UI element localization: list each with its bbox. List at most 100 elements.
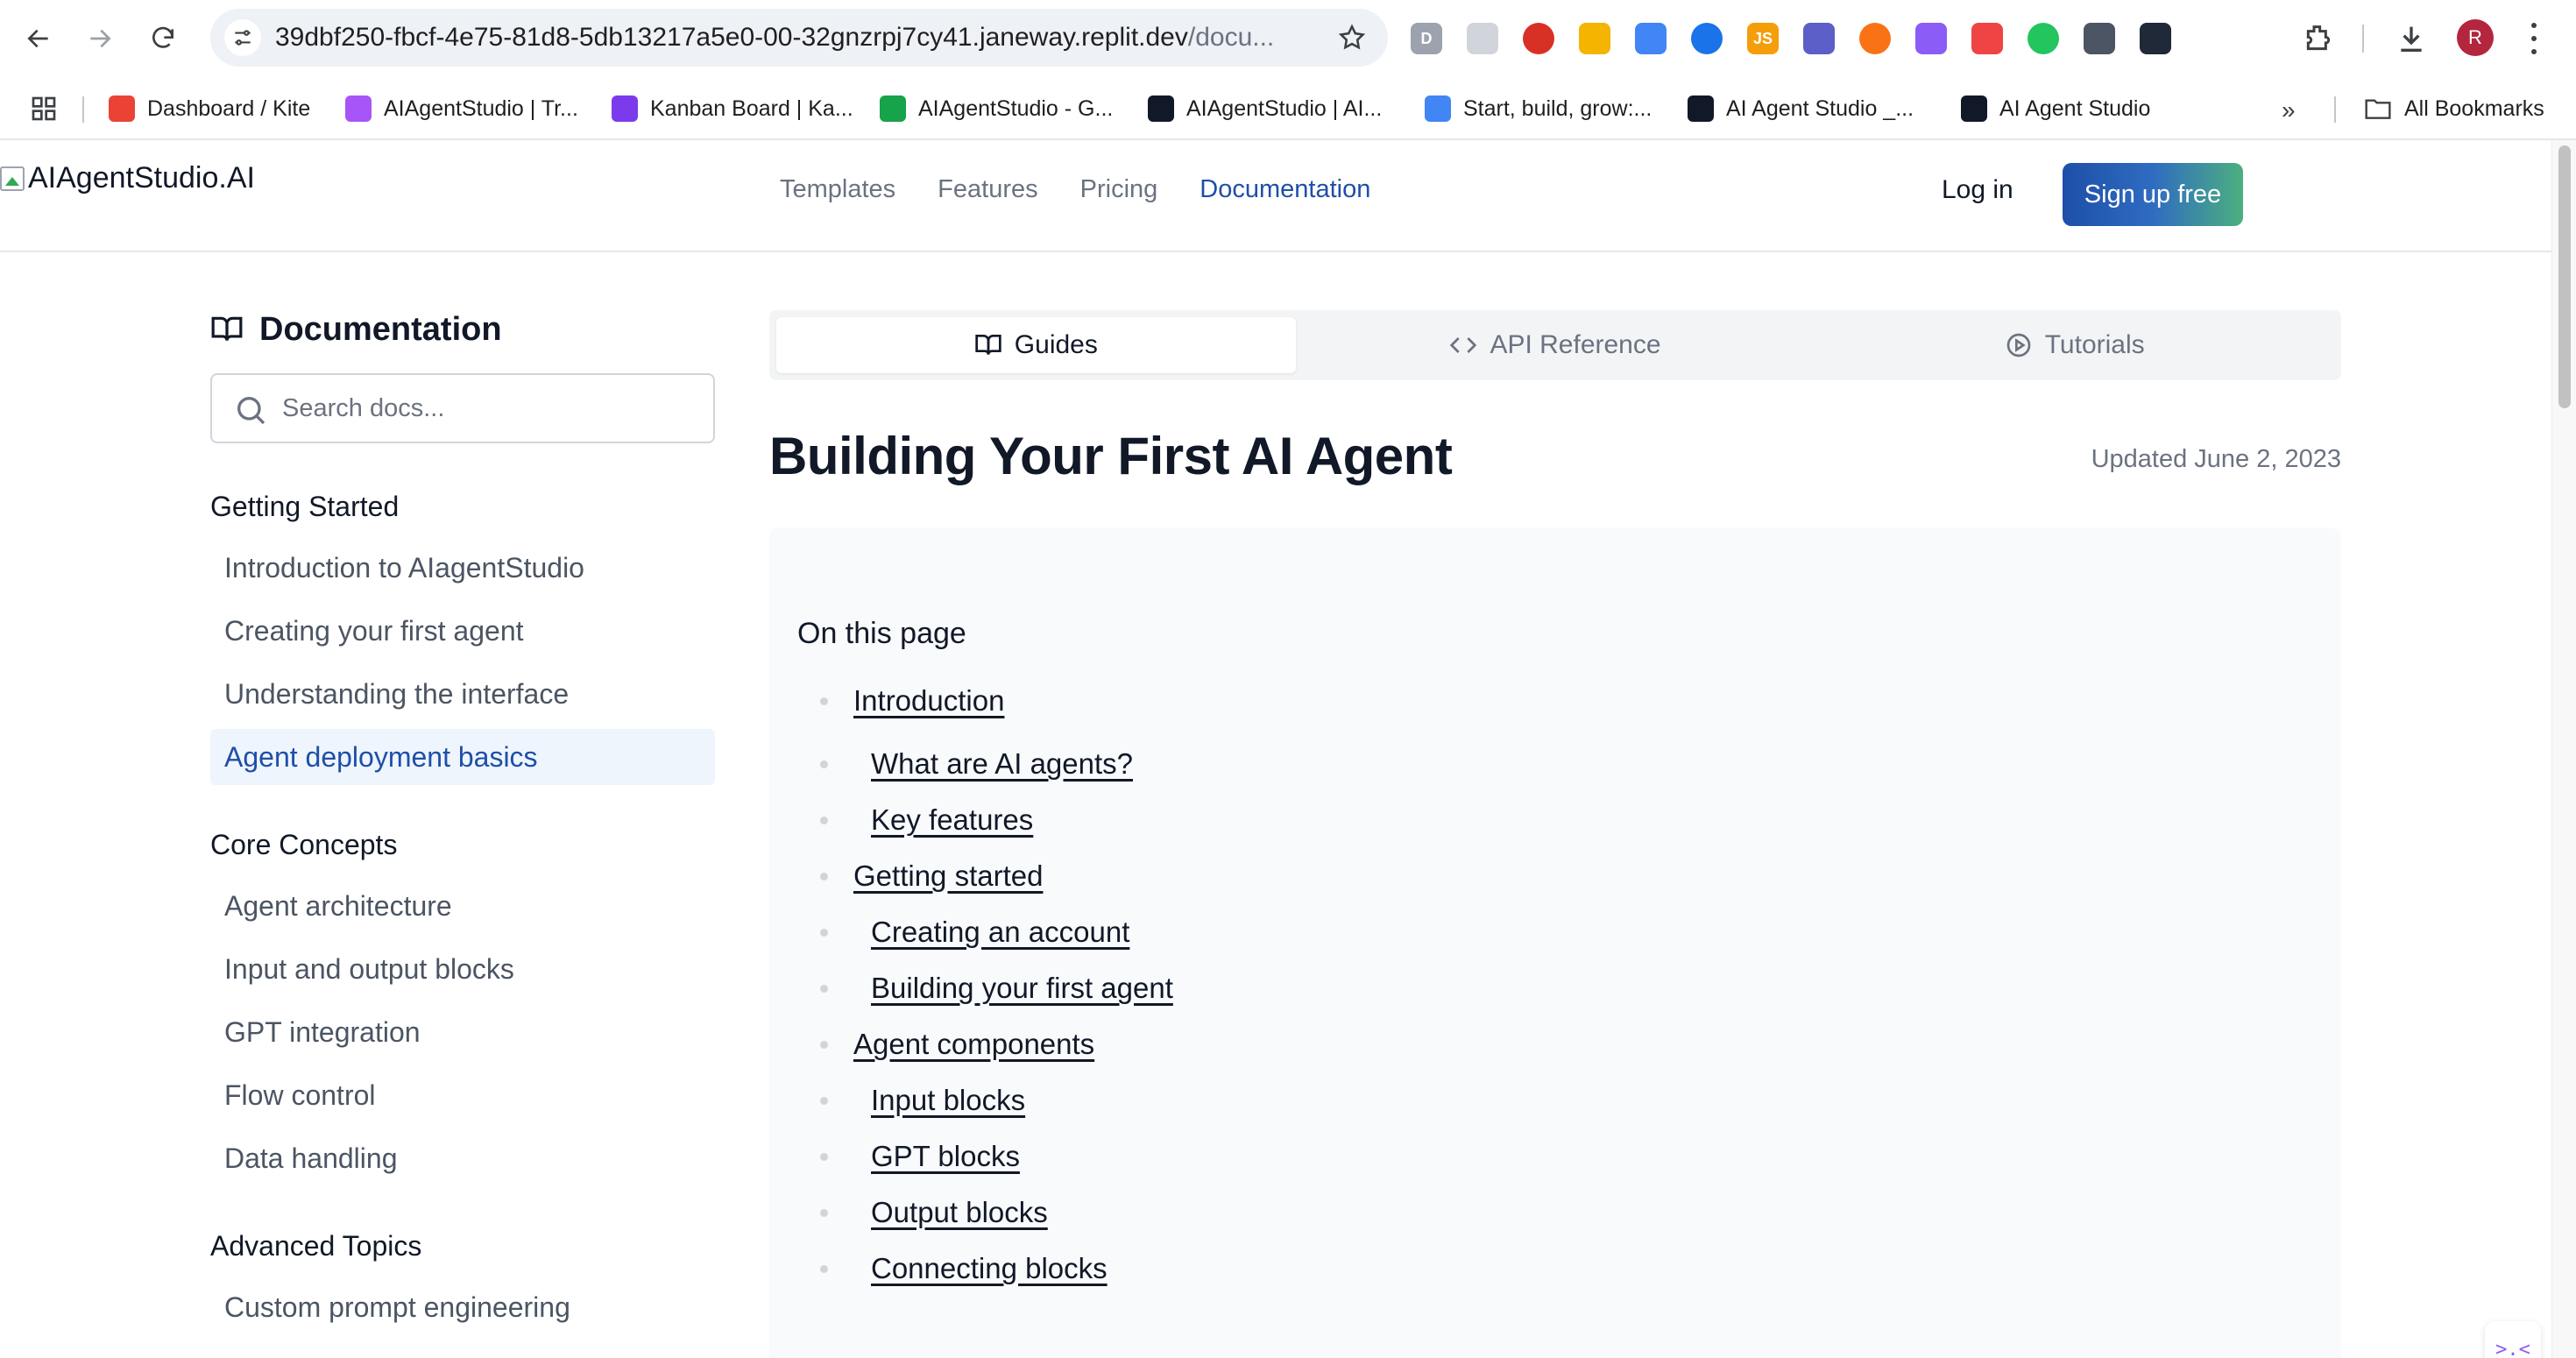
toc-link[interactable]: Input blocks xyxy=(871,1082,1025,1119)
toc-link[interactable]: Building your first agent xyxy=(871,970,1173,1007)
bookmark-label: Start, build, grow:... xyxy=(1463,95,1652,121)
toc-link[interactable]: What are AI agents? xyxy=(871,746,1133,782)
sidebar-item[interactable]: Understanding the interface xyxy=(210,666,715,722)
toc-link[interactable]: Connecting blocks xyxy=(871,1250,1108,1287)
bookmark-favicon-icon xyxy=(109,95,135,122)
scrollbar-thumb[interactable] xyxy=(2558,145,2571,408)
nav-link-features[interactable]: Features xyxy=(938,175,1037,204)
sidebar-item[interactable]: Agent deployment basics xyxy=(210,729,715,785)
toc-link[interactable]: GPT blocks xyxy=(871,1138,1020,1175)
js-extension-icon[interactable]: JS xyxy=(1747,23,1779,54)
toc-link[interactable]: Output blocks xyxy=(871,1194,1048,1231)
sidebar-item[interactable]: Data handling xyxy=(210,1130,715,1186)
bookmark-favicon-icon xyxy=(880,95,906,122)
d-extension-icon[interactable]: D xyxy=(1411,23,1442,54)
sidebar-item[interactable]: Agent architecture xyxy=(210,878,715,934)
toc-item: GPT blocks xyxy=(797,1138,2313,1194)
sidebar-section-title: Getting Started xyxy=(210,491,400,522)
bookmark-favicon-icon xyxy=(1688,95,1714,122)
bookmark-label: AIAgentStudio - G... xyxy=(918,95,1114,121)
more-bookmarks-icon[interactable]: » xyxy=(2282,96,2296,124)
play-extension-icon[interactable] xyxy=(1523,23,1554,54)
bookmark-item[interactable]: Start, build, grow:... xyxy=(1425,91,1652,126)
tab-guides[interactable]: Guides xyxy=(776,317,1296,373)
signup-button[interactable]: Sign up free xyxy=(2063,163,2243,226)
book-open-icon xyxy=(975,335,1001,355)
tag-extension-icon[interactable] xyxy=(1691,23,1723,54)
toc-link[interactable]: Creating an account xyxy=(871,914,1129,951)
apps-grid-icon[interactable] xyxy=(30,95,58,123)
toc-link[interactable]: Agent components xyxy=(853,1026,1094,1063)
bookmark-favicon-icon xyxy=(1148,95,1174,122)
bookmark-item[interactable]: Dashboard / Kite xyxy=(109,91,310,126)
extension-label: JS xyxy=(1752,29,1773,47)
nav-link-pricing[interactable]: Pricing xyxy=(1080,175,1158,204)
browser-toolbar: 39dbf250-fbcf-4e75-81d8-5db13217a5e0-00-… xyxy=(0,0,2576,77)
docs-sidebar: Documentation Getting Started Introductio… xyxy=(210,308,715,1342)
bookmark-star-icon[interactable] xyxy=(1337,23,1367,53)
toc-link[interactable]: Getting started xyxy=(853,858,1043,895)
bookmark-item[interactable]: AIAgentStudio - G... xyxy=(880,91,1113,126)
reload-button[interactable] xyxy=(144,19,182,58)
page-scrollbar[interactable] xyxy=(2551,140,2576,1358)
all-bookmarks-button[interactable]: All Bookmarks xyxy=(2364,91,2544,126)
search-icon xyxy=(237,397,265,425)
site-settings-icon[interactable] xyxy=(224,19,261,56)
site-header: AIAgentStudio.AI Templates Features Pricin… xyxy=(0,140,2551,252)
person-extension-icon[interactable] xyxy=(1859,23,1891,54)
grid-extension-icon[interactable] xyxy=(1803,23,1835,54)
toc-heading: On this page xyxy=(797,617,966,650)
bookmark-label: AI Agent Studio _... xyxy=(1726,95,1914,121)
extension-label: D xyxy=(1420,29,1433,47)
camera-extension-icon[interactable] xyxy=(2140,23,2171,54)
code-icon xyxy=(1450,337,1477,353)
sidebar-title: Documentation xyxy=(210,308,715,350)
bookmark-item[interactable]: AI Agent Studio xyxy=(1961,91,2150,126)
bookmark-item[interactable]: AIAgentStudio | AI... xyxy=(1148,91,1382,126)
sidebar-item[interactable]: Creating your first agent xyxy=(210,603,715,659)
sidebar-item[interactable]: Introduction to AIagentStudio xyxy=(210,540,715,596)
browser-menu-icon[interactable] xyxy=(2527,23,2541,54)
toc-item: Getting started xyxy=(797,858,2313,914)
toc-link[interactable]: Introduction xyxy=(853,683,1004,719)
bookmark-item[interactable]: Kanban Board | Ka... xyxy=(612,91,853,126)
url-text[interactable]: 39dbf250-fbcf-4e75-81d8-5db13217a5e0-00-… xyxy=(275,9,1300,67)
login-link[interactable]: Log in xyxy=(1942,175,2013,205)
sidebar-item[interactable]: GPT integration xyxy=(210,1004,715,1060)
toc-link[interactable]: Key features xyxy=(871,802,1033,838)
bookmark-label: AI Agent Studio xyxy=(1999,95,2151,121)
nav-link-templates[interactable]: Templates xyxy=(780,175,895,204)
profile-avatar[interactable]: R xyxy=(2457,19,2494,56)
site-logo[interactable]: AIAgentStudio.AI xyxy=(0,161,255,195)
tab-tutorials[interactable]: Tutorials xyxy=(1815,317,2334,373)
sidebar-section-list: Introduction to AIagentStudio Creating yo… xyxy=(210,540,715,785)
extensions-puzzle-icon[interactable] xyxy=(2301,21,2336,56)
sidebar-item[interactable]: Flow control xyxy=(210,1067,715,1123)
search-input[interactable] xyxy=(282,375,703,442)
bookmarks-bar: Dashboard / Kite AIAgentStudio | Tr... Kan… xyxy=(0,84,2576,133)
diamond-extension-icon[interactable] xyxy=(1635,23,1667,54)
back-button[interactable] xyxy=(19,19,58,58)
bookmark-favicon-icon xyxy=(345,95,372,122)
forward-button[interactable] xyxy=(81,19,119,58)
bookmark-item[interactable]: AI Agent Studio _... xyxy=(1688,91,1914,126)
sidebar-item[interactable]: Input and output blocks xyxy=(210,941,715,997)
docs-search[interactable] xyxy=(210,373,715,443)
tab-api-reference[interactable]: API Reference xyxy=(1296,317,1815,373)
chat-widget-icon[interactable]: >.< xyxy=(2485,1321,2541,1358)
face-extension-icon[interactable] xyxy=(1915,23,1947,54)
sidebar-item[interactable]: Custom prompt engineering xyxy=(210,1279,715,1335)
tab-label: Guides xyxy=(1014,330,1098,359)
nav-link-documentation[interactable]: Documentation xyxy=(1200,175,1370,204)
bookmark-label: AIAgentStudio | AI... xyxy=(1186,95,1383,121)
key-extension-icon[interactable] xyxy=(1579,23,1610,54)
toc-item: Creating an account xyxy=(797,914,2313,970)
fox-extension-icon[interactable] xyxy=(1971,23,2003,54)
address-bar[interactable]: 39dbf250-fbcf-4e75-81d8-5db13217a5e0-00-… xyxy=(210,9,1388,67)
bookmark-item[interactable]: AIAgentStudio | Tr... xyxy=(345,91,578,126)
safe-extension-icon[interactable] xyxy=(1467,23,1498,54)
broken-image-icon xyxy=(0,166,25,191)
info-extension-icon[interactable] xyxy=(2084,23,2115,54)
download-icon[interactable] xyxy=(2394,21,2429,56)
cart-extension-icon[interactable] xyxy=(2028,23,2059,54)
